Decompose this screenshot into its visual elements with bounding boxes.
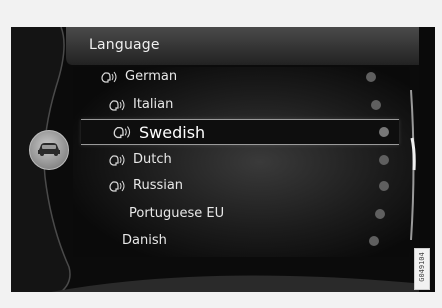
image-id-tag: G049104 (414, 248, 430, 290)
language-item-italian[interactable]: Italian (89, 92, 391, 117)
language-label: Dutch (133, 152, 172, 167)
radio-indicator[interactable] (379, 154, 389, 165)
radio-indicator[interactable] (379, 180, 389, 191)
language-item-swedish[interactable]: Swedish (81, 119, 399, 145)
language-label: Danish (122, 233, 167, 248)
display-screen: Language German Italian Swedish Dutch Russia… (11, 27, 435, 292)
page-title: Language (89, 37, 160, 53)
radio-indicator[interactable] (366, 71, 376, 82)
language-item-russian[interactable]: Russian (89, 173, 399, 198)
language-item-german[interactable]: German (89, 64, 386, 89)
car-icon (38, 143, 60, 156)
language-label: Portuguese EU (129, 206, 225, 221)
language-label: Swedish (139, 122, 206, 142)
language-label: German (125, 69, 178, 84)
voice-control-icon (109, 154, 125, 166)
radio-indicator[interactable] (375, 208, 385, 219)
radio-indicator[interactable] (369, 235, 379, 246)
language-item-danish[interactable]: Danish (89, 228, 389, 253)
language-item-dutch[interactable]: Dutch (89, 147, 399, 172)
language-label: Russian (133, 178, 184, 193)
voice-control-icon (109, 180, 125, 192)
voice-control-icon (109, 99, 125, 111)
image-id-label: G049104 (418, 252, 426, 282)
voice-control-icon (101, 71, 117, 83)
radio-indicator[interactable] (371, 99, 381, 110)
radio-indicator[interactable] (379, 127, 389, 137)
language-label: Italian (133, 97, 174, 112)
voice-control-icon (113, 126, 131, 139)
car-menu-button[interactable] (29, 130, 69, 170)
language-item-portuguese-eu[interactable]: Portuguese EU (89, 201, 395, 226)
scroll-indicator[interactable] (410, 90, 416, 240)
